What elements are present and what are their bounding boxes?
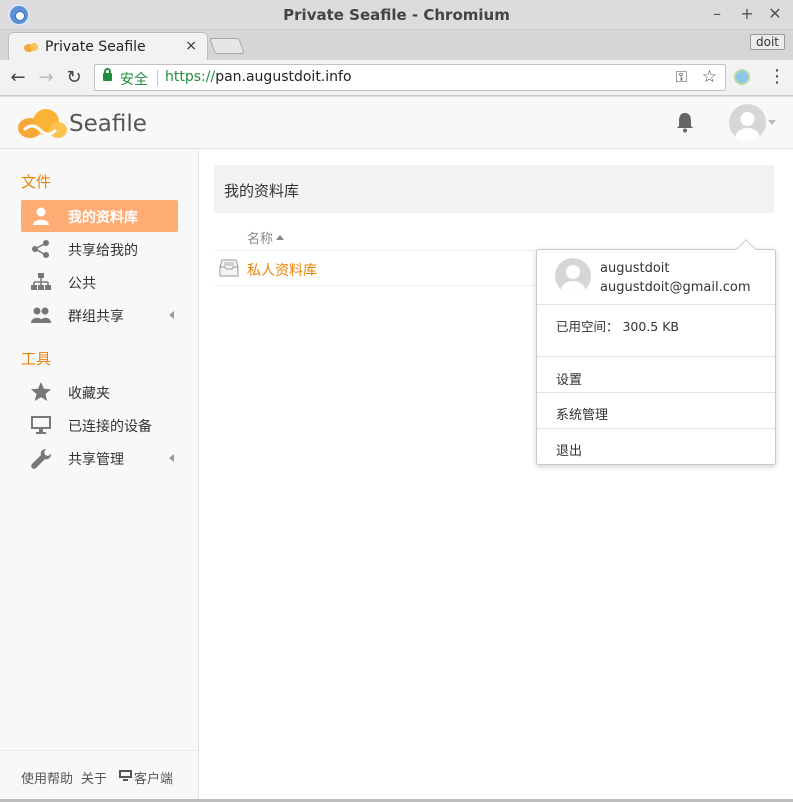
secure-label: 安全 (120, 72, 148, 88)
menu-item-label: 退出 (556, 444, 583, 459)
dropdown-divider (537, 304, 775, 305)
dropdown-divider (537, 356, 775, 357)
sidebar-item-label: 群组共享 (68, 309, 124, 325)
sidebar-heading-tools: 工具 (21, 350, 52, 368)
expand-caret-icon[interactable] (169, 454, 174, 462)
address-bar[interactable]: 安全 https://pan.augustdoit.info ⚿ ☆ (94, 64, 726, 91)
user-icon (33, 207, 49, 225)
bookmark-star-icon[interactable]: ☆ (702, 67, 717, 87)
sidebar-item-shared-with-me[interactable]: 共享给我的 (21, 233, 178, 265)
sidebar-item-label: 收藏夹 (68, 386, 110, 402)
dropdown-username: augustdoit (600, 261, 670, 276)
help-link[interactable]: 使用帮助 (21, 768, 73, 787)
seafile-logo[interactable]: Seafile (16, 104, 147, 142)
sidebar-item-label: 已连接的设备 (68, 419, 152, 435)
bell-icon[interactable] (675, 111, 695, 133)
star-icon (31, 382, 51, 401)
sidebar-item-linked-devices[interactable]: 已连接的设备 (21, 409, 178, 441)
reload-icon[interactable]: ↻ (62, 66, 86, 90)
address-separator (157, 70, 158, 86)
browser-toolbar: ← → ↻ 安全 https://pan.augustdoit.info ⚿ ☆… (0, 60, 793, 96)
space-used: 已用空间： 300.5 KB (556, 319, 680, 334)
logo-text-sea: Sea (69, 111, 112, 137)
logo-text: Seafile (69, 111, 147, 137)
main-title-bar: 我的资料库 (214, 165, 774, 213)
seafile-favicon-icon (24, 43, 38, 52)
menu-item-system-admin[interactable]: 系统管理 (537, 394, 775, 428)
close-tab-icon[interactable]: × (185, 38, 197, 54)
page-title: 我的资料库 (224, 182, 300, 200)
dropdown-avatar (555, 258, 591, 294)
seafile-cloud-icon (18, 109, 67, 138)
menu-item-label: 设置 (556, 373, 583, 388)
back-arrow-icon[interactable]: ← (6, 66, 30, 90)
url-scheme: https:// (165, 69, 216, 85)
tab-title: Private Seafile (45, 39, 146, 55)
sort-asc-icon[interactable] (276, 235, 284, 240)
library-name-link[interactable]: 私人资料库 (247, 260, 317, 280)
library-icon (219, 259, 239, 277)
column-name-header[interactable]: 名称 (247, 228, 273, 247)
sidebar-item-group-share[interactable]: 群组共享 (21, 299, 178, 331)
user-avatar-button[interactable] (729, 104, 766, 141)
logo-text-file: file (111, 111, 147, 137)
monitor-icon (31, 416, 51, 434)
group-icon (31, 307, 51, 323)
maximize-button[interactable]: + (736, 3, 758, 25)
sidebar-item-my-libraries[interactable]: 我的资料库 (21, 200, 178, 232)
sidebar-footer: 使用帮助 关于 客户端 (0, 750, 198, 802)
desktop-icon (119, 770, 132, 781)
user-avatar-icon (561, 265, 585, 294)
about-link[interactable]: 关于 (81, 768, 107, 787)
sidebar-heading-files: 文件 (21, 173, 52, 191)
user-avatar-icon (735, 112, 760, 141)
user-menu-dropdown: augustdoit augustdoit@gmail.com 已用空间： 30… (536, 239, 776, 465)
sitemap-icon (31, 273, 51, 290)
menu-item-logout[interactable]: 退出 (537, 430, 775, 464)
client-link[interactable]: 客户端 (134, 768, 173, 787)
minimize-button[interactable]: – (706, 3, 728, 25)
wrench-icon (31, 449, 51, 469)
tab-private-seafile[interactable]: Private Seafile × (8, 32, 208, 60)
page: Seafile 文件 我的资料库 共享给我的 公共 群组共享 工具 收藏夹 已连… (0, 97, 793, 802)
menu-item-settings[interactable]: 设置 (537, 359, 775, 393)
dropdown-divider (537, 392, 775, 393)
share-icon (32, 240, 49, 258)
avatar-caret-icon[interactable] (768, 120, 776, 125)
lock-icon (103, 68, 112, 81)
menu-item-label: 系统管理 (556, 408, 609, 423)
sidebar-item-label: 共享给我的 (68, 243, 138, 259)
sidebar-item-share-admin[interactable]: 共享管理 (21, 442, 178, 474)
browser-menu-icon[interactable]: ⋮ (768, 66, 786, 87)
sidebar-item-label: 公共 (68, 276, 96, 292)
forward-arrow-icon[interactable]: → (34, 66, 58, 90)
dropdown-divider (537, 428, 775, 429)
expand-caret-icon[interactable] (169, 311, 174, 319)
sidebar-item-public[interactable]: 公共 (21, 266, 178, 298)
new-tab-button[interactable] (209, 38, 245, 54)
close-window-button[interactable]: ✕ (764, 3, 786, 25)
extension-icon[interactable] (734, 69, 750, 85)
url-host: pan.augustdoit.info (215, 69, 352, 85)
profile-chip[interactable]: doit (750, 34, 785, 50)
key-icon[interactable]: ⚿ (676, 68, 687, 86)
site-header: Seafile (0, 97, 793, 149)
url-text[interactable]: https://pan.augustdoit.info (165, 69, 352, 85)
sidebar-item-label: 我的资料库 (68, 210, 138, 226)
sidebar-item-favorites[interactable]: 收藏夹 (21, 376, 178, 408)
window-titlebar: Private Seafile - Chromium – + ✕ (0, 0, 793, 30)
window-title: Private Seafile - Chromium (283, 6, 510, 24)
sidebar-item-label: 共享管理 (68, 452, 124, 468)
dropdown-email: augustdoit@gmail.com (600, 280, 751, 295)
tab-strip: Private Seafile × doit (0, 30, 793, 60)
table-header: 名称 (214, 225, 774, 251)
sidebar: 文件 我的资料库 共享给我的 公共 群组共享 工具 收藏夹 已连接的设备 共享管… (0, 149, 199, 802)
